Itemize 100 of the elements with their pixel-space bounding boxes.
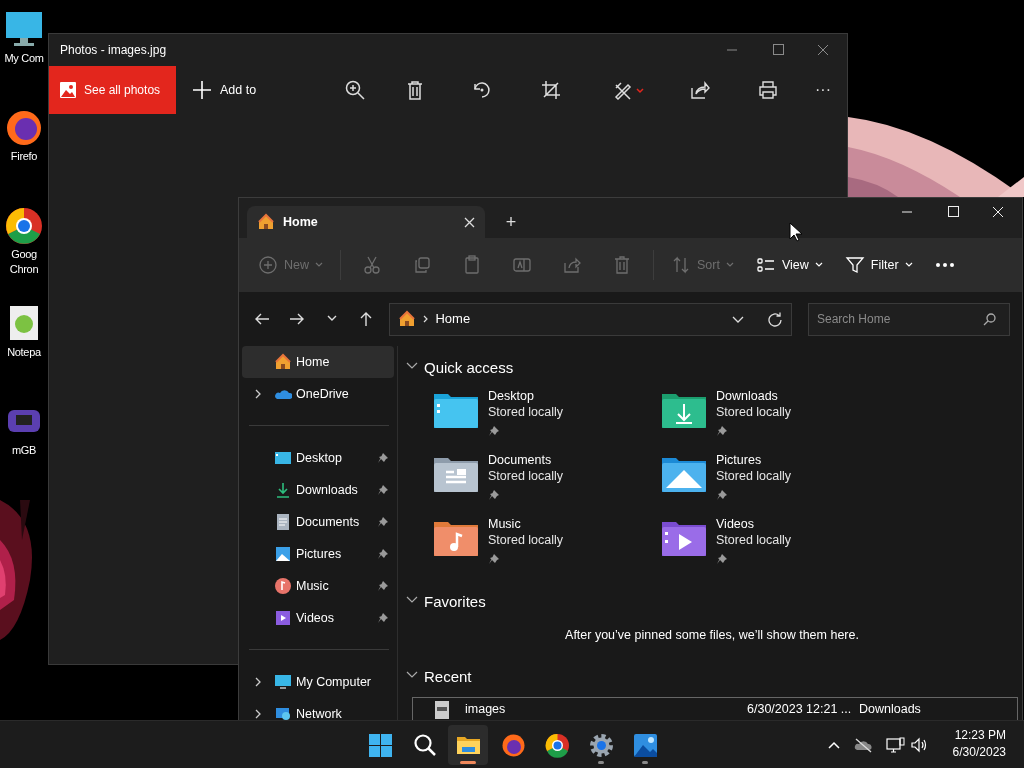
folder-name[interactable]: Downloads xyxy=(716,388,792,404)
share-icon xyxy=(562,255,582,275)
print-icon xyxy=(758,80,778,100)
sidebar-item[interactable]: My Computer xyxy=(242,666,394,698)
new-tab-button[interactable]: + xyxy=(495,206,527,238)
filter-icon xyxy=(844,255,865,275)
desktop-icon-label[interactable]: Goog Chron xyxy=(9,247,39,277)
trash-icon xyxy=(612,255,632,275)
clock-time[interactable]: 12:23 PM xyxy=(952,727,1006,744)
cloud-icon[interactable] xyxy=(854,737,872,753)
close-icon xyxy=(817,44,831,56)
maximize-icon xyxy=(946,206,960,218)
folder-status: Stored locally xyxy=(716,532,792,548)
sidebar-item[interactable]: Desktop xyxy=(242,442,394,474)
share-icon xyxy=(690,80,710,100)
zoom-in-icon xyxy=(345,80,365,100)
refresh-icon[interactable] xyxy=(768,311,783,327)
desktop-icon-label[interactable]: mGB xyxy=(11,443,37,458)
expand-icon[interactable] xyxy=(254,709,262,719)
clipboard-icon xyxy=(462,255,482,275)
window-title: Photos - images.jpg xyxy=(60,42,168,59)
desktop-app-icon[interactable] xyxy=(4,206,44,244)
copy-icon xyxy=(412,255,432,275)
sidebar-item[interactable]: Videos xyxy=(242,602,394,634)
back-icon xyxy=(254,311,271,327)
folder-status: Stored locally xyxy=(716,468,792,484)
sidebar-item[interactable]: Home xyxy=(242,346,394,378)
search-icon xyxy=(412,732,438,758)
sidebar-item[interactable]: Music xyxy=(242,570,394,602)
expand-icon[interactable] xyxy=(254,677,262,687)
expand-icon[interactable] xyxy=(254,389,262,399)
browser-icon xyxy=(544,732,570,758)
filter-button[interactable]: Filter xyxy=(835,249,922,281)
search-field[interactable]: Search Home xyxy=(808,302,1010,336)
desktop-app-icon[interactable] xyxy=(4,10,44,48)
chevron-right-icon xyxy=(422,315,430,323)
sidebar-item[interactable]: Pictures xyxy=(242,538,394,570)
home-icon xyxy=(257,213,275,231)
gear-icon xyxy=(588,732,614,758)
section-header[interactable]: Quick access xyxy=(406,354,1018,382)
desktop-app-icon[interactable] xyxy=(4,108,44,146)
scissors-icon xyxy=(362,255,382,275)
network-icon[interactable] xyxy=(886,737,905,753)
sidebar-item[interactable]: Downloads xyxy=(242,474,394,506)
address-bar[interactable]: Home xyxy=(389,302,792,336)
sidebar-item[interactable]: Network xyxy=(242,698,394,726)
close-icon[interactable] xyxy=(464,216,475,228)
folder-name[interactable]: Documents xyxy=(488,452,564,468)
rotate-icon xyxy=(472,80,492,100)
chevron-up-icon[interactable] xyxy=(828,740,840,750)
folder-status: Stored locally xyxy=(716,404,792,420)
sidebar-item[interactable]: OneDrive xyxy=(242,378,394,410)
browser-icon xyxy=(500,732,526,758)
caret-icon xyxy=(814,262,823,268)
home-tab[interactable]: Home xyxy=(247,206,485,238)
chevron-down-icon[interactable] xyxy=(732,315,744,323)
file-thumbnail-icon xyxy=(435,700,449,719)
plus-icon xyxy=(192,80,212,100)
cursor-icon xyxy=(789,222,803,242)
taskbar-app[interactable] xyxy=(448,725,488,765)
maximize-icon xyxy=(771,44,785,56)
home-icon xyxy=(398,310,417,328)
folder-name[interactable]: Videos xyxy=(716,516,792,532)
path-segment[interactable]: Home xyxy=(435,309,726,329)
clock-date[interactable]: 6/30/2023 xyxy=(952,744,1006,761)
caret-icon xyxy=(315,262,323,268)
crop-icon xyxy=(541,80,561,100)
view-icon xyxy=(755,255,776,275)
desktop-icon-label[interactable]: My Com xyxy=(4,51,44,66)
more-icon xyxy=(934,262,955,268)
rename-icon xyxy=(512,255,532,275)
trash-icon xyxy=(405,80,425,100)
volume-icon[interactable] xyxy=(911,737,928,753)
image-icon xyxy=(632,732,658,758)
edit-icon xyxy=(613,80,645,100)
folder-status: Stored locally xyxy=(488,404,564,420)
file-location: Downloads xyxy=(859,701,921,719)
view-button[interactable]: View xyxy=(746,249,832,281)
section-header[interactable]: Recent xyxy=(406,662,1018,691)
more-button[interactable]: ··· xyxy=(815,77,831,103)
desktop-icon-label[interactable]: Firefo xyxy=(10,149,38,164)
caret-icon xyxy=(725,262,734,268)
sidebar-item[interactable]: Documents xyxy=(242,506,394,538)
folder-name[interactable]: Desktop xyxy=(488,388,564,404)
add-to-button[interactable]: Add to xyxy=(186,79,263,101)
desktop-icon-label[interactable]: Notepa xyxy=(7,345,41,360)
search-icon xyxy=(983,312,996,326)
empty-message: After you’ve pinned some files, we’ll show them here. xyxy=(564,627,860,644)
forward-icon xyxy=(288,311,305,327)
file-name: images xyxy=(465,701,507,719)
windows-icon xyxy=(367,732,393,758)
section-header[interactable]: Favorites xyxy=(406,588,1018,616)
folder-name[interactable]: Music xyxy=(488,516,564,532)
plus-circle-icon xyxy=(258,255,278,275)
caret-icon xyxy=(904,262,913,268)
file-date: 6/30/2023 12:21 ... xyxy=(747,701,853,719)
see-all-photos-button[interactable]: See all photos xyxy=(49,66,176,114)
folder-name[interactable]: Pictures xyxy=(716,452,792,468)
sort-icon xyxy=(671,255,691,275)
image-icon xyxy=(59,81,77,99)
